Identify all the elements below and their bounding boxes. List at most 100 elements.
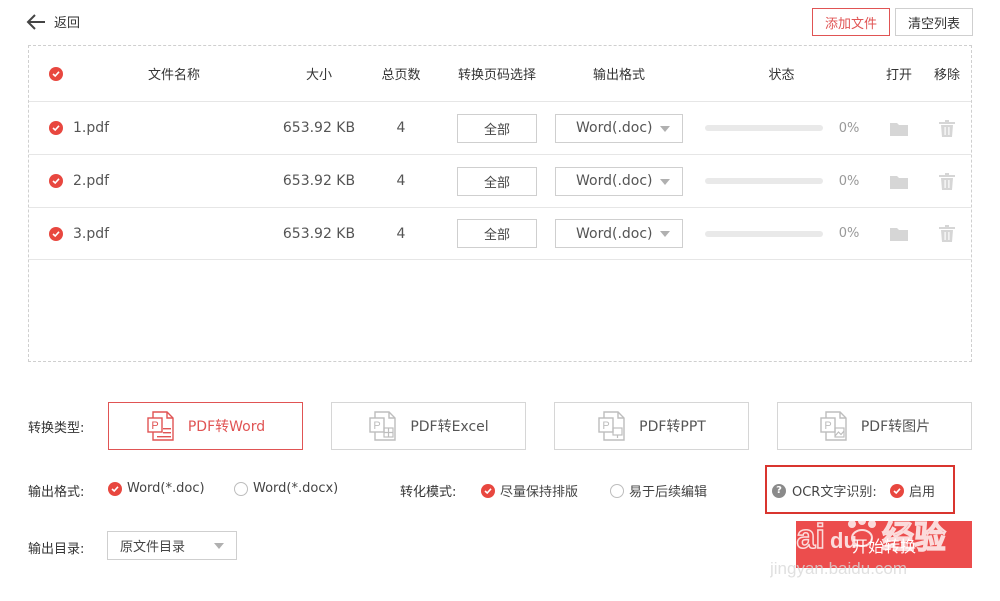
header-format: 输出格式 [592, 68, 645, 83]
file-pages: 4 [396, 120, 406, 136]
check-icon [52, 70, 60, 77]
file-pages: 4 [396, 225, 406, 242]
word-doc-icon: P [147, 411, 174, 441]
type-label: PDF转图片 [860, 419, 931, 435]
folder-icon[interactable] [890, 121, 908, 136]
page-select-button[interactable]: 全部 [457, 219, 537, 248]
radio-label: Word(*.doc) [127, 481, 205, 496]
type-label: PDF转PPT [639, 419, 706, 435]
header-pages: 总页数 [381, 68, 421, 83]
progress-label: 0% [838, 120, 860, 136]
mode-easy-edit-radio[interactable]: 易于后续编辑 [610, 481, 707, 500]
row-checkbox[interactable] [49, 174, 63, 188]
folder-icon[interactable] [890, 226, 908, 241]
progress-bar [705, 125, 823, 131]
type-pdf-to-word-button[interactable]: P PDF转Word [108, 402, 303, 450]
checkbox-checked-icon [890, 483, 904, 498]
type-label: PDF转Word [187, 419, 266, 435]
header-name: 文件名称 [147, 68, 200, 83]
radio-checked-icon [108, 481, 122, 496]
output-dir-select[interactable]: 原文件目录 [107, 531, 237, 560]
table-row: 1.pdf 653.92 KB 4 全部 Word(.doc) 0% [29, 101, 971, 154]
ocr-label: OCR文字识别: [792, 485, 877, 500]
file-table: 文件名称 大小 总页数 转换页码选择 输出格式 状态 打开 移除 1.pdf 6… [28, 45, 972, 362]
add-file-button[interactable]: 添加文件 [812, 8, 890, 36]
excel-doc-icon: P [369, 411, 397, 441]
file-size: 653.92 KB [282, 173, 356, 189]
ocr-enable-checkbox[interactable]: 启用 [890, 481, 935, 500]
progress-bar [705, 230, 823, 237]
file-pages: 4 [396, 173, 406, 189]
type-label: PDF转Excel [410, 419, 489, 435]
progress-bar [705, 178, 823, 184]
type-pdf-to-excel-button[interactable]: P PDF转Excel [331, 402, 526, 450]
svg-text:P: P [602, 420, 609, 432]
output-format-doc-radio[interactable]: Word(*.doc) [108, 481, 205, 496]
output-dir-label: 输出目录: [28, 542, 85, 557]
start-convert-button[interactable]: 开始转换 [796, 521, 972, 568]
clear-list-button[interactable]: 清空列表 [895, 8, 973, 36]
header-remove: 移除 [933, 68, 960, 83]
format-select-value: Word(.doc) [576, 173, 653, 189]
image-doc-icon: P [820, 411, 847, 441]
check-icon [52, 230, 60, 237]
output-dir-value: 原文件目录 [120, 540, 186, 555]
header-status: 状态 [768, 68, 795, 83]
trash-icon[interactable] [939, 225, 955, 242]
page-select-button[interactable]: 全部 [457, 166, 537, 196]
folder-icon[interactable] [890, 174, 908, 189]
check-icon [52, 125, 60, 132]
trash-icon[interactable] [939, 172, 955, 190]
radio-empty-icon [234, 481, 248, 496]
radio-checked-icon [481, 483, 495, 498]
page-select-button[interactable]: 全部 [457, 113, 537, 143]
format-select-value: Word(.doc) [576, 120, 653, 136]
radio-label: Word(*.docx) [253, 481, 339, 496]
table-row: 2.pdf 653.92 KB 4 全部 Word(.doc) 0% [29, 154, 971, 207]
file-size: 653.92 KB [282, 225, 356, 242]
radio-label: 易于后续编辑 [629, 485, 708, 500]
radio-empty-icon [610, 483, 624, 498]
output-format-label: 输出格式: [28, 485, 85, 500]
file-name: 2.pdf [73, 173, 110, 189]
progress-label: 0% [838, 226, 860, 241]
output-format-docx-radio[interactable]: Word(*.docx) [234, 481, 338, 496]
header-open: 打开 [885, 68, 912, 83]
check-icon [52, 178, 60, 185]
svg-text:P: P [374, 420, 381, 432]
type-pdf-to-image-button[interactable]: P PDF转图片 [777, 402, 972, 450]
format-select-value: Word(.doc) [576, 225, 653, 242]
format-select[interactable]: Word(.doc) [555, 219, 683, 248]
chevron-down-icon [214, 543, 224, 549]
ocr-option: ? OCR文字识别: [772, 481, 877, 500]
ocr-enable-label: 启用 [909, 485, 936, 500]
format-select[interactable]: Word(.doc) [555, 113, 683, 143]
file-size: 653.92 KB [282, 120, 356, 136]
radio-label: 尽量保持排版 [500, 485, 579, 500]
chevron-down-icon [660, 178, 670, 185]
select-all-checkbox[interactable] [49, 66, 63, 81]
header-page-select: 转换页码选择 [457, 68, 536, 83]
progress-label: 0% [838, 173, 860, 189]
row-checkbox[interactable] [49, 226, 63, 241]
back-label: 返回 [54, 16, 81, 31]
format-select[interactable]: Word(.doc) [555, 166, 683, 196]
row-checkbox[interactable] [49, 121, 63, 135]
arrow-left-icon [26, 13, 45, 30]
chevron-down-icon [660, 125, 670, 132]
svg-text:P: P [824, 420, 831, 432]
file-name: 1.pdf [73, 120, 110, 136]
type-pdf-to-ppt-button[interactable]: P PDF转PPT [554, 402, 749, 450]
svg-text:P: P [151, 420, 158, 432]
back-button[interactable]: 返回 [26, 12, 80, 31]
table-header: 文件名称 大小 总页数 转换页码选择 输出格式 状态 打开 移除 [29, 46, 971, 101]
mode-keep-layout-radio[interactable]: 尽量保持排版 [481, 481, 578, 500]
header-size: 大小 [305, 68, 332, 83]
conversion-type-label: 转换类型: [28, 421, 85, 436]
chevron-down-icon [660, 231, 670, 237]
trash-icon[interactable] [939, 119, 955, 137]
table-row: 3.pdf 653.92 KB 4 全部 Word(.doc) 0% [29, 207, 971, 260]
ppt-doc-icon: P [598, 411, 625, 441]
help-icon[interactable]: ? [772, 483, 786, 498]
file-name: 3.pdf [73, 225, 110, 242]
